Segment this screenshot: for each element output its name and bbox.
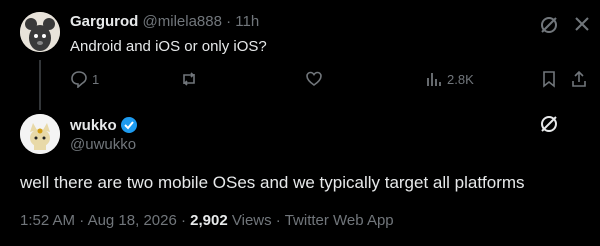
share-button[interactable] — [570, 70, 588, 88]
main-views-count: 2,902 — [190, 212, 228, 229]
reply-icon — [71, 71, 87, 88]
views-button[interactable]: 2.8K — [425, 70, 474, 88]
views-count: 2.8K — [447, 71, 474, 87]
views-icon — [427, 73, 441, 86]
meta-dot-3: · — [275, 212, 281, 229]
like-icon — [306, 71, 322, 86]
reply-text: Android and iOS or only iOS? — [70, 38, 267, 55]
reply-header: Gargurod @milela888 · 11h — [70, 13, 259, 30]
reply-separator: · — [226, 13, 232, 30]
main-handle[interactable]: @uwukko — [70, 136, 136, 153]
retweet-icon — [183, 72, 195, 86]
grok-icon[interactable] — [538, 14, 560, 36]
bookmark-icon — [543, 71, 555, 88]
like-button[interactable] — [305, 70, 323, 88]
main-tweet-text: well there are two mobile OSes and we ty… — [20, 173, 525, 192]
share-icon — [572, 70, 586, 87]
verified-badge-icon — [120, 117, 137, 133]
avatar-gargurod[interactable] — [20, 12, 60, 52]
avatar-wukko[interactable] — [20, 114, 60, 154]
reply-time[interactable]: 11h — [235, 13, 259, 30]
meta-dot-1: · — [79, 212, 85, 229]
grok-icon[interactable] — [538, 113, 560, 135]
reply-handle[interactable]: @milela888 — [143, 13, 222, 30]
main-display-name-row: wukko — [70, 116, 138, 134]
main-views-label: Views — [231, 212, 272, 229]
retweet-button[interactable] — [180, 70, 198, 88]
reply-count: 1 — [92, 71, 100, 87]
meta-dot-2: · — [180, 212, 186, 229]
more-icon[interactable] — [572, 14, 592, 34]
main-date[interactable]: Aug 18, 2026 — [88, 212, 177, 229]
main-source[interactable]: Twitter Web App — [285, 212, 394, 229]
reply-action-bar: 1 2.8K — [0, 70, 600, 92]
main-time[interactable]: 1:52 AM — [20, 212, 75, 229]
reply-button[interactable]: 1 — [70, 70, 99, 88]
main-tweet-meta: 1:52 AM · Aug 18, 2026 · 2,902 Views · T… — [20, 212, 394, 229]
reply-display-name[interactable]: Gargurod — [70, 13, 138, 30]
bookmark-button[interactable] — [540, 70, 558, 88]
main-display-name[interactable]: wukko — [70, 117, 117, 134]
